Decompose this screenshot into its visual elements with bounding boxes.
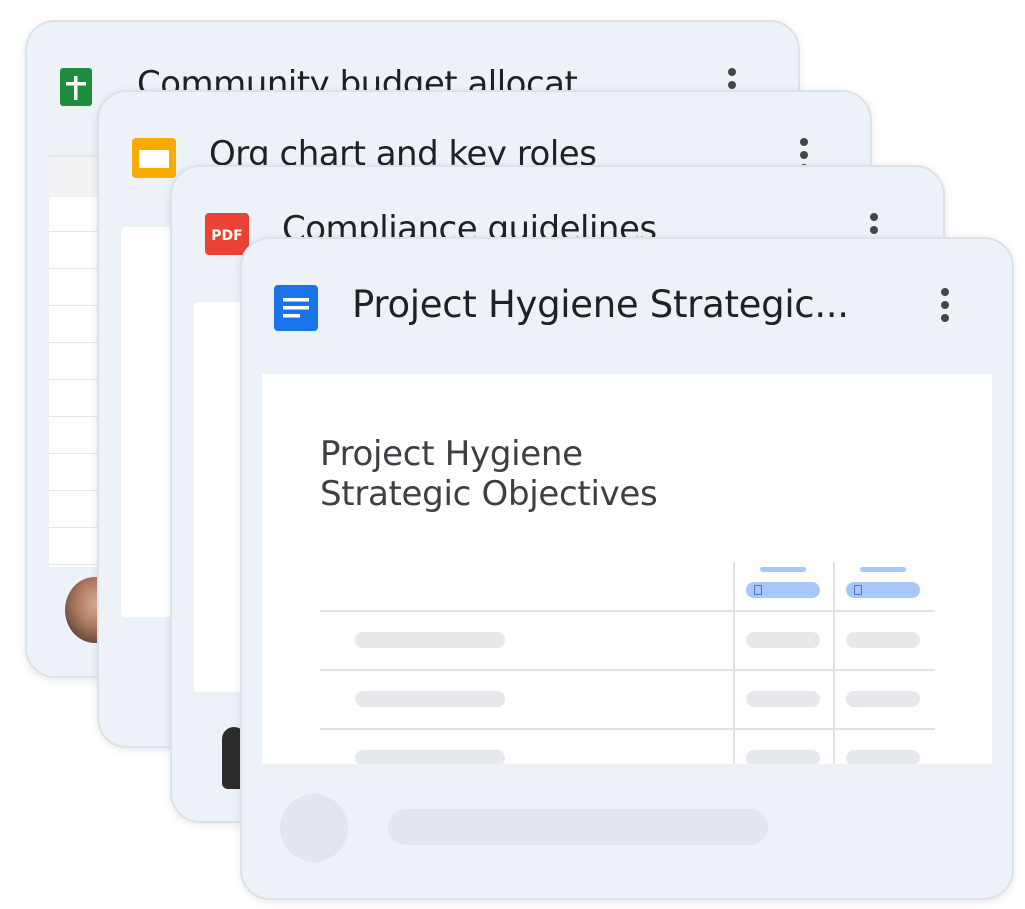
table-row-placeholder [355,632,505,648]
sheets-icon [60,68,92,111]
table-divider [833,562,835,764]
table-divider [320,728,935,730]
table-row-placeholder [355,691,505,707]
document-heading-line: Project Hygiene [320,434,583,474]
table-cell-placeholder [846,632,920,648]
table-cell-placeholder [746,750,820,764]
more-options-icon[interactable] [936,286,956,326]
docs-icon [274,285,318,336]
file-card-project-hygiene[interactable]: Project Hygiene Strategic... Project Hyg… [240,237,1014,900]
table-divider [320,610,935,612]
document-heading: Project Hygiene Strategic Objectives [320,434,658,514]
table-header-pill [846,582,920,598]
table-cell-placeholder [846,691,920,707]
document-heading-line: Strategic Objectives [320,474,658,514]
table-cell-placeholder [746,632,820,648]
file-card-stack: Community budget allocat Org chart and k… [0,0,1025,909]
table-cell-placeholder [846,750,920,764]
card-title: Project Hygiene Strategic... [352,283,849,326]
pdf-icon-label: PDF [211,228,242,244]
table-header-pill [746,582,820,598]
card-header: Project Hygiene Strategic... [242,239,1012,339]
table-header-line [760,567,806,572]
avatar-placeholder [280,794,348,862]
table-cell-placeholder [746,691,820,707]
table-row-placeholder [355,750,505,764]
slides-icon [132,138,176,183]
document-preview[interactable]: Project Hygiene Strategic Objectives [262,374,992,764]
table-divider [320,669,935,671]
table-header-line [860,567,906,572]
footer-text-placeholder [388,809,768,845]
table-divider [733,562,735,764]
